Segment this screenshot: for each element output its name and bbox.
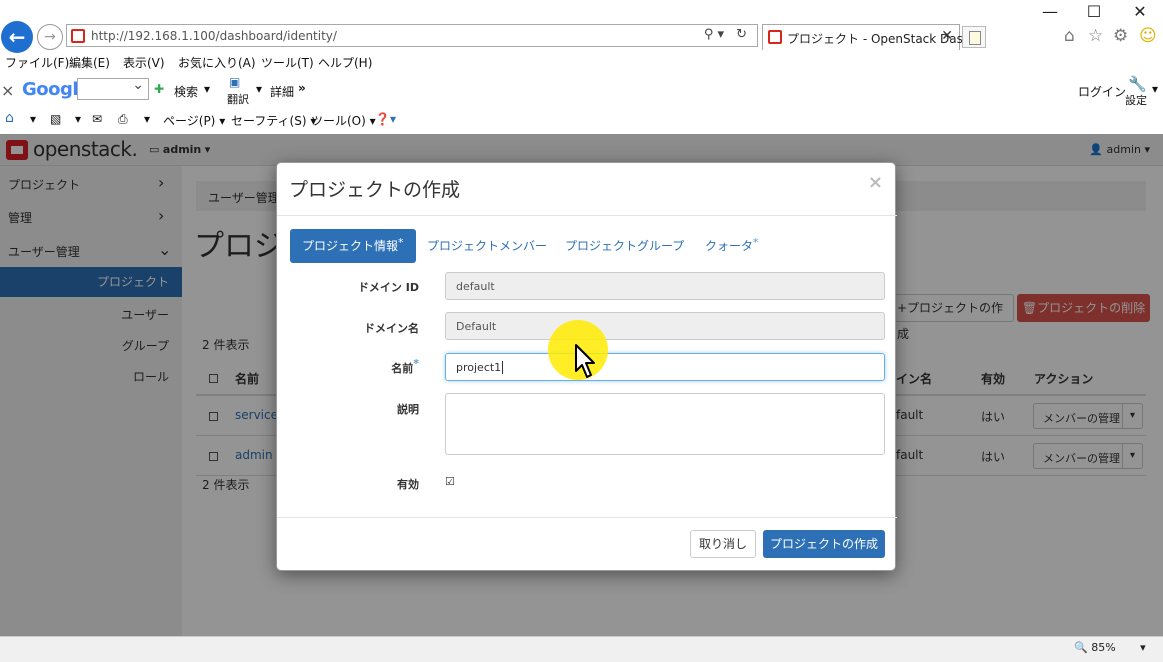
status-bar: 🔍 85% ▾ (0, 636, 1163, 662)
zoom-control[interactable]: 🔍 85% ▾ (1074, 641, 1146, 654)
domain-name-label: ドメイン名 (364, 322, 419, 335)
favorites-star-icon[interactable]: ☆ (1088, 26, 1103, 46)
domain-id-field: default (445, 272, 885, 300)
domain-id-label: ドメイン ID (357, 281, 419, 294)
tools-menu[interactable]: ツール(O) ▾ (311, 112, 376, 129)
site-favicon-icon (71, 29, 85, 43)
details-button[interactable]: 詳細 (270, 83, 294, 100)
tab-project-info[interactable]: プロジェクト情報* (290, 229, 416, 263)
tab-project-members[interactable]: プロジェクトメンバー (427, 229, 547, 263)
google-search-button[interactable]: 検索 (174, 83, 198, 100)
zoom-level: 85% (1091, 641, 1116, 654)
tab-label: プロジェクト情報 (302, 239, 399, 253)
required-marker: * (413, 357, 419, 370)
login-button[interactable]: ログイン (1078, 83, 1126, 100)
home-icon[interactable]: ⌂ (1064, 26, 1075, 46)
address-url[interactable]: http://192.168.1.100/dashboard/identity/ (91, 29, 337, 43)
arrow-left-icon: ← (8, 25, 26, 49)
google-search-icon: ✚ (154, 82, 165, 96)
print-icon[interactable]: ⎙ (118, 112, 128, 127)
search-refresh-icon[interactable]: ⚲▾ ↻ (704, 27, 751, 42)
divider (277, 517, 897, 518)
tools-menu-label: ツール(O) (311, 114, 366, 128)
browser-tab[interactable]: プロジェクト - OpenStack Das... ✕ (762, 24, 974, 50)
safety-menu-label: セーフティ(S) (231, 114, 307, 128)
tab-label: クォータ (705, 239, 754, 253)
page-menu[interactable]: ページ(P) ▾ (163, 112, 225, 129)
safety-menu[interactable]: セーフティ(S) ▾ (231, 112, 316, 129)
menu-bar: ファイル(F) 編集(E) 表示(V) お気に入り(A) ツール(T) ヘルプ(… (0, 52, 1163, 72)
text-caret (502, 361, 504, 374)
menu-edit[interactable]: 編集(E) (69, 54, 110, 71)
forward-button[interactable]: → (37, 24, 63, 50)
help-icon[interactable]: ❓▾ (375, 112, 396, 126)
wrench-icon: 🔧 (1128, 75, 1147, 93)
enabled-checkbox[interactable]: ☑ (445, 476, 457, 488)
required-marker: * (753, 236, 759, 249)
domain-name-field: Default (445, 312, 885, 340)
more-chevron-icon[interactable]: » (298, 81, 306, 95)
address-bar[interactable]: http://192.168.1.100/dashboard/identity/… (66, 24, 758, 47)
dropdown-arrow-icon[interactable]: ▾ (204, 82, 210, 96)
mouse-pointer-icon (575, 344, 595, 378)
tab-project-groups[interactable]: プロジェクトグループ (565, 229, 684, 263)
menu-view[interactable]: 表示(V) (123, 54, 165, 71)
settings-button[interactable]: 設定 (1125, 92, 1147, 108)
gear-icon[interactable]: ⚙ (1113, 26, 1128, 46)
menu-help[interactable]: ヘルプ(H) (318, 54, 372, 71)
description-field[interactable] (445, 393, 885, 455)
tab-close-icon[interactable]: ✕ (941, 28, 953, 44)
tab-favicon-icon (768, 30, 782, 44)
required-marker: * (398, 236, 404, 249)
feeds-icon[interactable]: ▧ (50, 112, 61, 126)
menu-file[interactable]: ファイル(F) (5, 54, 69, 71)
google-search-input[interactable] (77, 77, 149, 100)
modal-title: プロジェクトの作成 (289, 179, 461, 201)
translate-icon: ▣ (229, 75, 241, 89)
create-project-submit-button[interactable]: プロジェクトの作成 (763, 530, 885, 558)
dropdown-arrow-icon[interactable]: ▾ (144, 112, 150, 126)
home-icon[interactable]: ⌂ (5, 110, 14, 126)
smiley-icon[interactable]: ☺ (1139, 26, 1157, 46)
mail-icon[interactable]: ✉ (92, 112, 102, 126)
dropdown-arrow-icon[interactable]: ▾ (30, 112, 36, 126)
maximize-icon[interactable]: ☐ (1074, 2, 1114, 22)
menu-tools[interactable]: ツール(T) (261, 54, 314, 71)
dropdown-arrow-icon[interactable]: ▾ (256, 82, 262, 96)
close-toolbar-icon[interactable]: × (1, 81, 14, 100)
dropdown-arrow-icon[interactable]: ▾ (75, 112, 81, 126)
close-icon[interactable]: × (868, 172, 883, 193)
tab-quota[interactable]: クォータ* (705, 229, 759, 263)
enabled-label: 有効 (397, 478, 419, 491)
name-label: 名前* (289, 357, 419, 376)
name-field-value: project1 (456, 361, 502, 374)
browser-chrome: — ☐ ✕ ← → http://192.168.1.100/dashboard… (0, 0, 1163, 134)
description-label: 説明 (397, 403, 419, 416)
tab-label: プロジェクトグループ (565, 239, 685, 253)
page-menu-label: ページ(P) (163, 114, 216, 128)
new-tab-button[interactable] (962, 26, 986, 48)
translate-button[interactable]: 翻訳 (227, 91, 249, 107)
close-window-icon[interactable]: ✕ (1120, 2, 1160, 22)
name-field[interactable]: project1 (445, 353, 885, 381)
tab-label: プロジェクトメンバー (427, 239, 548, 253)
divider (277, 215, 897, 216)
menu-favorites[interactable]: お気に入り(A) (178, 54, 256, 71)
back-button[interactable]: ← (1, 21, 33, 53)
dropdown-arrow-icon[interactable]: ▾ (1152, 82, 1158, 96)
command-bar: ⌂ ▾ ▧ ▾ ✉ ⎙ ▾ ページ(P) ▾ セーフティ(S) ▾ ツール(O)… (0, 110, 1163, 132)
arrow-right-icon: → (44, 29, 56, 45)
name-label-text: 名前 (391, 362, 414, 375)
google-toolbar: × Google ✚ 検索 ▾ ▣ 翻訳 ▾ 詳細 » ログイン 🔧 設定 ▾ (0, 75, 1163, 107)
cancel-button[interactable]: 取り消し (690, 530, 756, 558)
minimize-icon[interactable]: — (1030, 2, 1070, 22)
